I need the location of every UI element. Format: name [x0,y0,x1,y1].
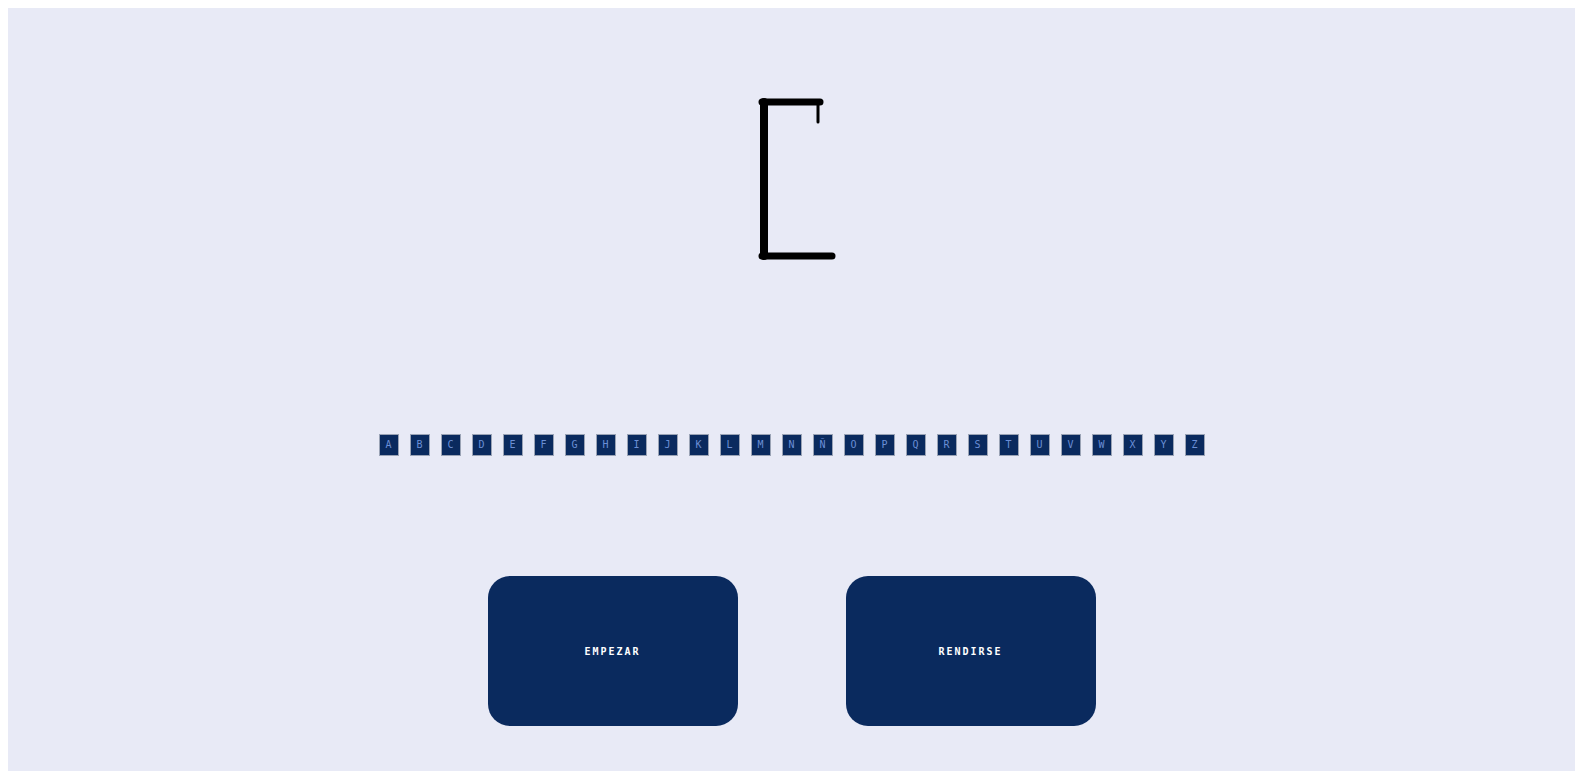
letter-row: ABCDEFGHIJKLMNÑOPQRSTUVWXYZ [379,434,1205,456]
letter-key[interactable]: Ñ [813,434,833,456]
letter-key[interactable]: K [689,434,709,456]
letter-key[interactable]: W [1092,434,1112,456]
letter-key[interactable]: J [658,434,678,456]
letter-key[interactable]: V [1061,434,1081,456]
letter-key[interactable]: G [565,434,585,456]
page: ABCDEFGHIJKLMNÑOPQRSTUVWXYZEMPEZARRENDIR… [0,0,1583,779]
letter-key[interactable]: A [379,434,399,456]
letter-key[interactable]: N [782,434,802,456]
button-row: EMPEZAR RENDIRSE [488,576,1096,726]
letter-key[interactable]: D [472,434,492,456]
letter-key[interactable]: C [441,434,461,456]
letter-key[interactable]: T [999,434,1019,456]
letter-key[interactable]: Q [906,434,926,456]
letter-key[interactable]: X [1123,434,1143,456]
letter-key[interactable]: O [844,434,864,456]
letter-key[interactable]: U [1030,434,1050,456]
letter-key[interactable]: I [627,434,647,456]
letter-key[interactable]: H [596,434,616,456]
letter-key[interactable]: P [875,434,895,456]
letter-key[interactable]: S [968,434,988,456]
letter-key[interactable]: F [534,434,554,456]
letter-key[interactable]: Y [1154,434,1174,456]
hangman [752,96,842,266]
game-area: ABCDEFGHIJKLMNÑOPQRSTUVWXYZEMPEZARRENDIR… [8,8,1575,771]
letter-key[interactable]: R [937,434,957,456]
action-button[interactable]: EMPEZAR [488,576,738,726]
letter-key[interactable]: B [410,434,430,456]
letter-key[interactable]: Z [1185,434,1205,456]
action-button[interactable]: RENDIRSE [846,576,1096,726]
hangman-drawing [752,96,842,266]
letter-key[interactable]: M [751,434,771,456]
letter-key[interactable]: L [720,434,740,456]
letter-key[interactable]: E [503,434,523,456]
